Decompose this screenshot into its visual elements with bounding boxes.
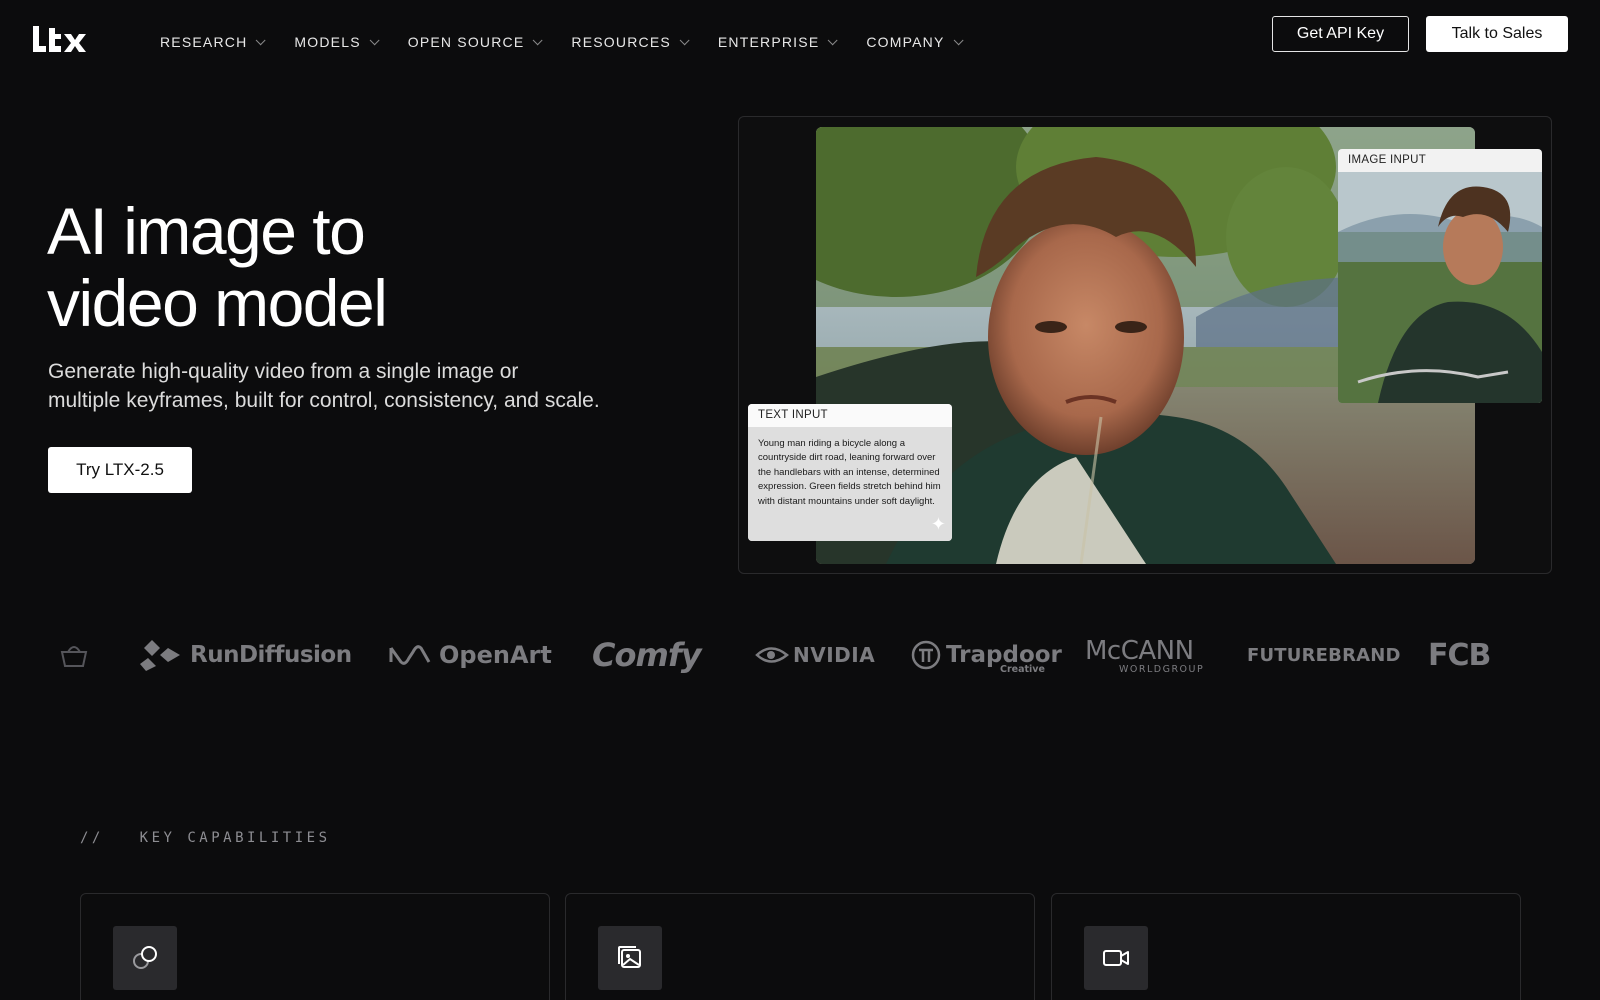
comfy-logo: Comfy [592,620,702,690]
capability-card-3[interactable] [1051,893,1521,1000]
fcb-logo: FCB [1428,620,1491,690]
try-ltx-button[interactable]: Try LTX-2.5 [48,447,192,493]
nvidia-text: NVIDIA [793,643,876,667]
images-glyph [618,946,641,968]
menu-enterprise-label: ENTERPRISE [717,34,820,50]
futurebrand-text: FUTUREBRAND [1247,644,1401,666]
main-menu: RESEARCH MODELS OPEN SOURCE RESOURCES EN… [160,34,992,50]
trapdoor-subtext: Creative [1000,664,1045,675]
image-input-card[interactable]: IMAGE INPUT [1338,149,1542,403]
mccann-text: McCANN [1085,636,1194,666]
openart-text: OpenArt [439,641,552,669]
menu-open-source-label: OPEN SOURCE [407,34,525,50]
talk-to-sales-button[interactable]: Talk to Sales [1426,16,1568,52]
video-camera-glyph [1103,950,1129,966]
menu-research[interactable]: RESEARCH [160,34,266,50]
chevron-down-icon [828,34,838,45]
text-input-card[interactable]: TEXT INPUT Young man riding a bicycle al… [748,404,952,541]
prompt-text: Young man riding a bicycle along a count… [748,427,952,541]
rundiffusion-mark-icon [140,640,180,671]
chevron-down-icon [533,34,543,45]
menu-company[interactable]: COMPANY [866,34,964,50]
ltx-logo[interactable] [31,24,91,62]
chevron-down-icon [256,34,266,45]
hero-subtitle: Generate high-quality video from a singl… [48,357,668,415]
infinity-icon [389,645,431,665]
hero-title-line1: AI image to [47,194,366,268]
key-capabilities-heading: // KEY CAPABILITIES [80,830,331,846]
menu-resources[interactable]: RESOURCES [571,34,690,50]
menu-models[interactable]: MODELS [294,34,380,50]
get-api-key-button[interactable]: Get API Key [1272,16,1409,52]
menu-research-label: RESEARCH [160,34,248,50]
rundiffusion-text: RunDiffusion [190,642,352,668]
hero-title-line2: video model [47,266,388,340]
hero-subtitle-line1: Generate high-quality video from a singl… [48,360,519,383]
openart-logo: OpenArt [387,620,552,690]
chevron-down-icon [953,34,964,45]
trapdoor-mark-icon [911,640,941,670]
sparkle-icon: ✦ [930,514,946,534]
menu-company-label: COMPANY [866,34,945,50]
fcb-text: FCB [1428,637,1491,673]
top-navigation: RESEARCH MODELS OPEN SOURCE RESOURCES EN… [0,0,1600,88]
basket-logo [58,620,90,690]
image-input-label: IMAGE INPUT [1348,154,1427,166]
trapdoor-logo: Trapdoor Creative [910,620,1062,690]
mccann-subtext: WORLDGROUP [1119,664,1205,675]
image-input-thumbnail [1338,172,1542,403]
menu-models-label: MODELS [294,34,361,50]
menu-open-source[interactable]: OPEN SOURCE [407,34,543,50]
chevron-down-icon [369,34,380,45]
mccann-logo: McCANN WORLDGROUP [1085,620,1203,690]
nvidia-logo: NVIDIA [755,620,875,690]
chevron-down-icon [679,34,690,45]
partner-logos-strip: RunDiffusion OpenArt Comfy NVIDIA Trapdo… [0,620,1600,690]
rundiffusion-logo: RunDiffusion [138,620,352,690]
futurebrand-logo: FUTUREBRAND [1247,620,1401,690]
images-icon [598,926,662,990]
capability-card-1[interactable] [80,893,550,1000]
menu-resources-label: RESOURCES [571,34,671,50]
menu-enterprise[interactable]: ENTERPRISE [717,34,838,50]
ltx-logo-mark [33,26,86,52]
comfy-text: Comfy [592,636,702,674]
link-circles-icon [113,926,177,990]
video-camera-icon [1084,926,1148,990]
link-circles-glyph [133,946,157,969]
nvidia-eye-icon [755,647,789,663]
capability-card-2[interactable] [565,893,1035,1000]
basket-icon [60,646,88,667]
hero-subtitle-line2: multiple keyframes, built for control, c… [48,389,600,412]
hero-title: AI image to video model [47,195,647,339]
text-input-label: TEXT INPUT [748,404,952,427]
